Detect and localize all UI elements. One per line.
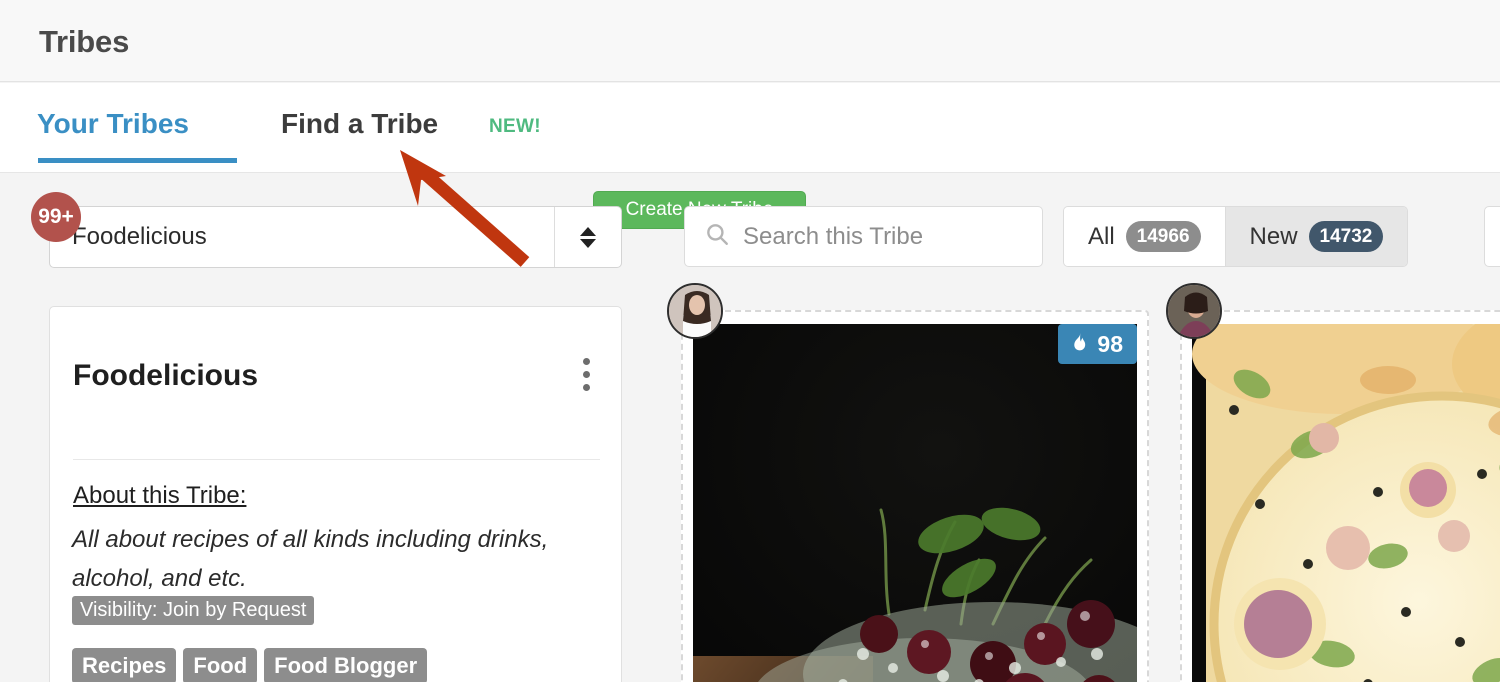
tribe-selector[interactable]: Foodelicious (49, 206, 622, 268)
filter-new-button[interactable]: New 14732 (1224, 207, 1408, 266)
pin-author-avatar[interactable] (1166, 283, 1222, 339)
tab-find-a-tribe[interactable]: Find a Tribe (281, 108, 438, 140)
pin-author-avatar[interactable] (667, 283, 723, 339)
kebab-dot (583, 384, 590, 391)
tab-find-a-tribe-label: Find a Tribe (281, 108, 439, 139)
page-title: Tribes (39, 24, 130, 59)
pin-image[interactable] (1192, 324, 1500, 682)
filter-all-label: All (1088, 222, 1115, 250)
tribe-tag[interactable]: Food (183, 648, 258, 682)
tribe-info-card: Foodelicious About this Tribe: All about… (49, 306, 622, 682)
filter-all-count: 14966 (1125, 221, 1201, 252)
tribe-tag[interactable]: Recipes (72, 648, 177, 682)
chevron-up-icon (580, 226, 596, 236)
tab-your-tribes[interactable]: Your Tribes (37, 108, 237, 163)
search-tribe-field[interactable]: Search this Tribe (684, 206, 1043, 267)
filter-overflow-button[interactable] (1484, 206, 1500, 267)
pin-photo-cherries (693, 324, 1137, 682)
new-flag-label: NEW! (489, 116, 541, 137)
tribe-description: All about recipes of all kinds including… (72, 526, 549, 592)
tab-your-tribes-label: Your Tribes (37, 108, 189, 139)
notification-count-badge: 99+ (31, 192, 81, 242)
pin-card[interactable] (1166, 283, 1500, 682)
about-this-tribe-label: About this Tribe: (73, 482, 247, 509)
more-options-icon[interactable] (583, 358, 591, 391)
tab-bar: Your Tribes Find a Tribe NEW! Create New… (0, 83, 1500, 229)
content-area: Foodelicious About this Tribe: All about… (0, 283, 1500, 682)
tribe-tag[interactable]: Food Blogger (264, 648, 428, 682)
flame-icon (1074, 332, 1086, 351)
chevron-down-icon (580, 238, 596, 248)
pin-photo-pizza (1192, 324, 1500, 682)
filter-all-button[interactable]: All 14966 (1064, 207, 1225, 266)
title-bar: Tribes (0, 0, 1500, 82)
toolbar: Foodelicious Search this Tribe All 14966 (0, 174, 1500, 288)
active-tab-underline (38, 158, 237, 163)
pin-card[interactable]: 98 (667, 283, 1149, 682)
search-icon (704, 221, 730, 252)
filter-new-label: New (1249, 222, 1298, 250)
search-tribe-placeholder: Search this Tribe (743, 222, 924, 250)
tribes-page: Tribes Your Tribes Find a Tribe NEW! Cre… (0, 0, 1500, 682)
tribe-tag-list: Recipes Food Food Blogger (72, 648, 428, 682)
tribe-card-name: Foodelicious (73, 359, 259, 392)
filter-segmented-control: All 14966 New 14732 (1063, 206, 1409, 267)
kebab-dot (583, 358, 590, 365)
tribe-selector-value: Foodelicious (72, 223, 207, 250)
pin-hot-score-badge: 98 (1058, 324, 1137, 364)
pin-image[interactable] (693, 324, 1137, 682)
card-divider (73, 459, 600, 460)
tribe-selector-stepper-icon[interactable] (554, 207, 621, 267)
kebab-dot (583, 371, 590, 378)
filter-new-count: 14732 (1308, 221, 1384, 252)
pin-hot-score-value: 98 (1097, 330, 1123, 357)
visibility-badge: Visibility: Join by Request (72, 596, 315, 625)
